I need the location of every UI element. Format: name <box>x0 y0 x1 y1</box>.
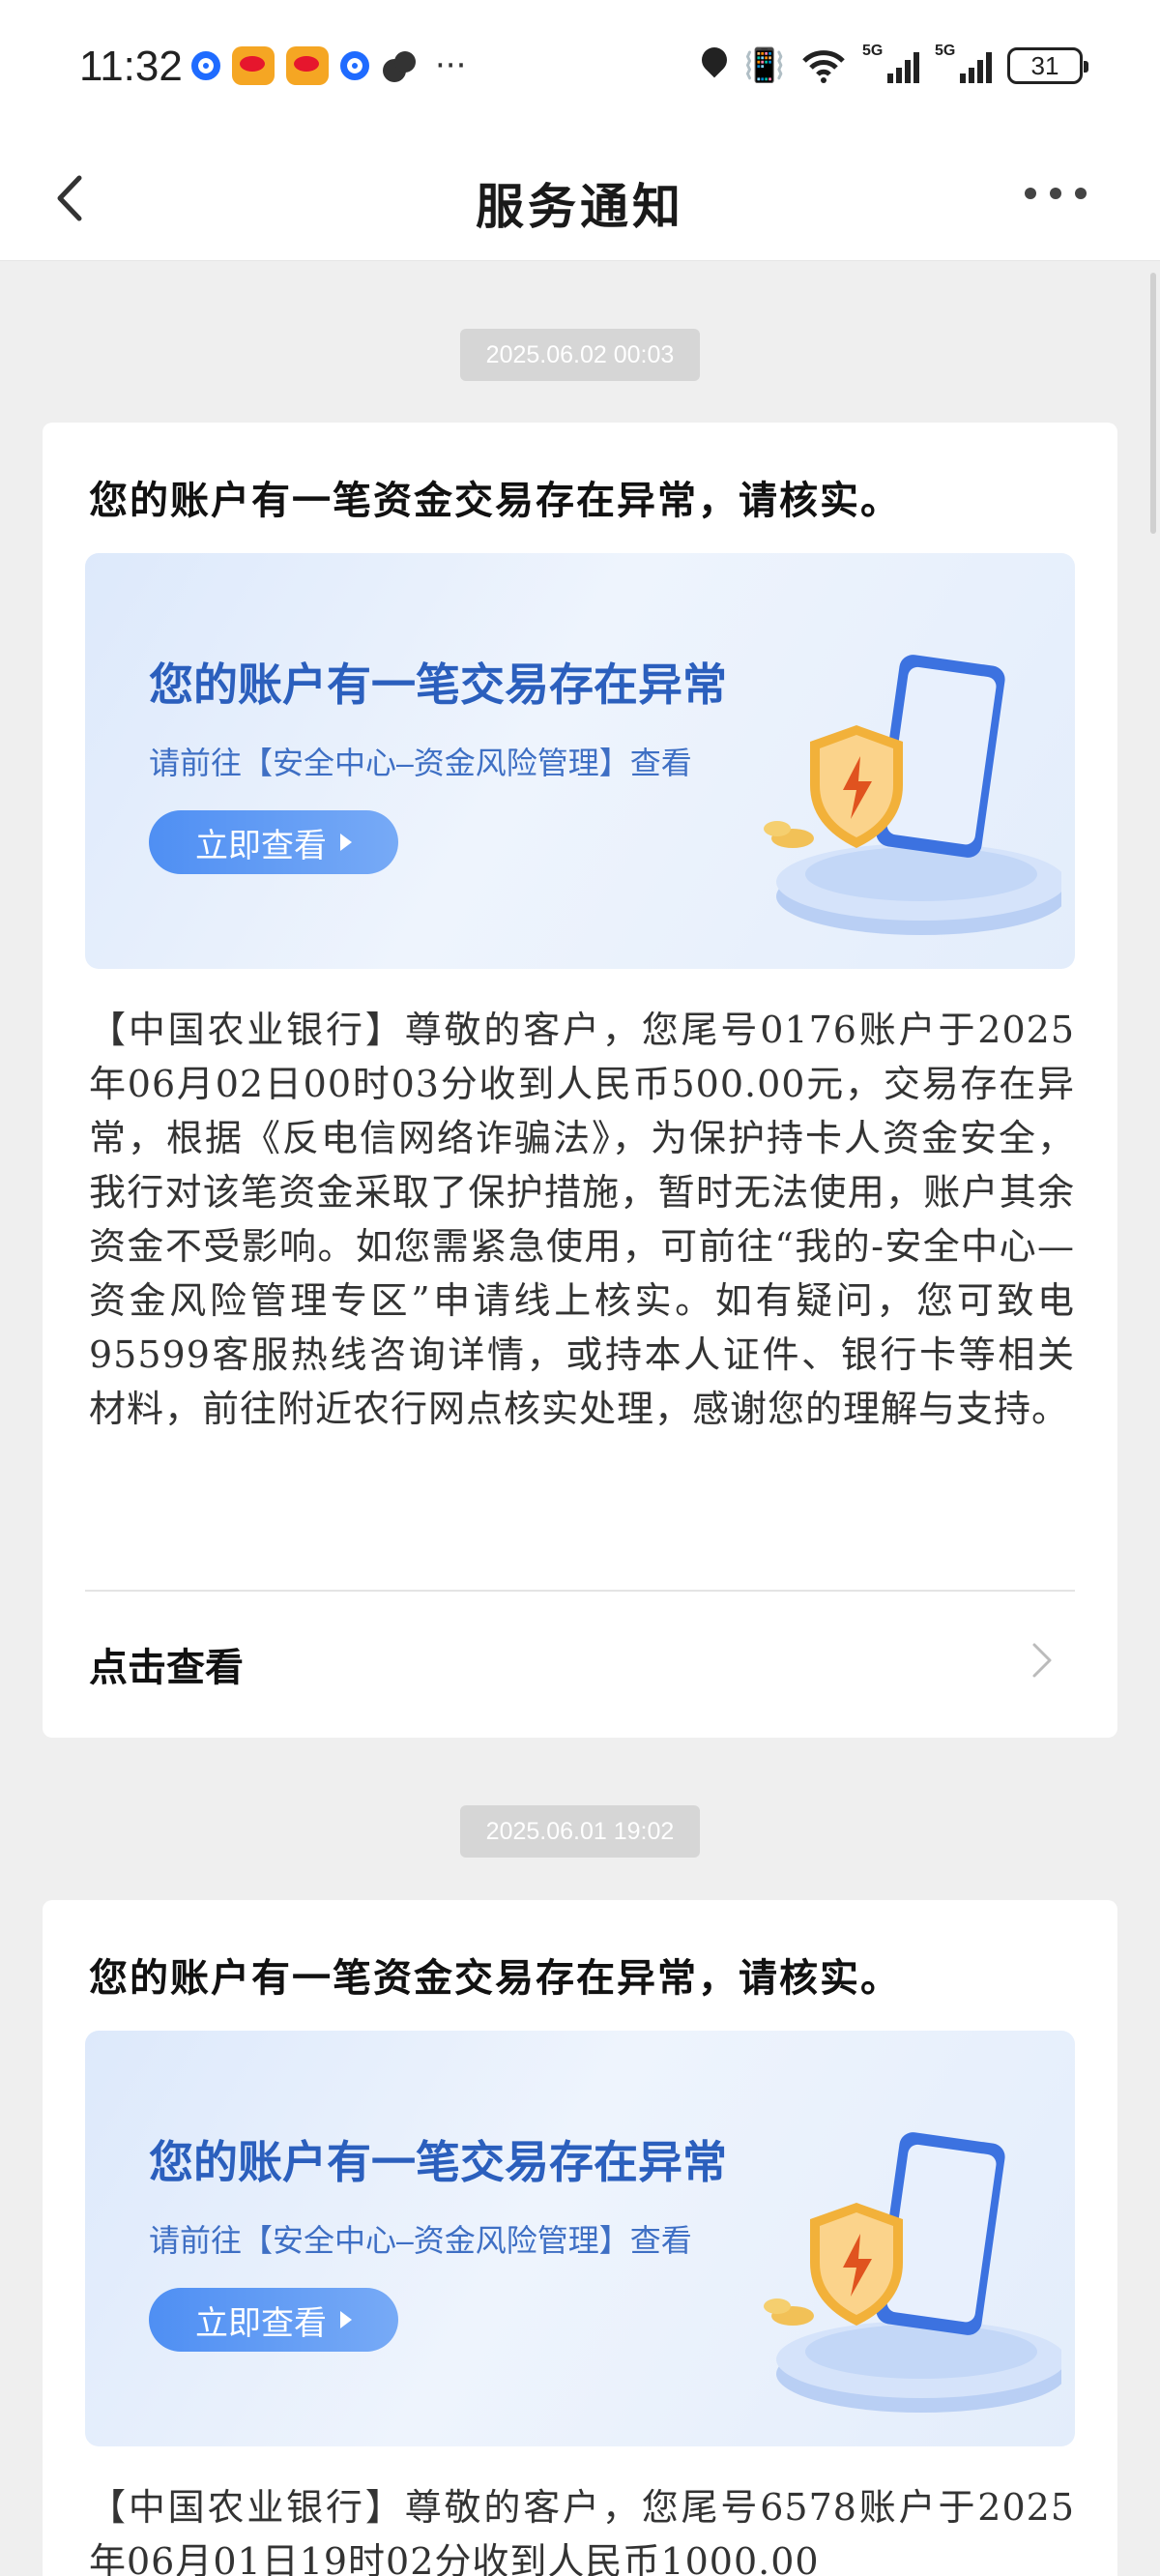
vibrate-icon: 📳 <box>743 47 785 84</box>
notification-card[interactable]: 您的账户有一笔资金交易存在异常，请核实。 您的账户有一笔交易存在异常 请前往【安… <box>43 423 1117 1738</box>
app-notification-icon <box>191 51 220 80</box>
cloud-icon <box>381 47 420 84</box>
notification-body: 【中国农业银行】尊敬的客户，您尾号6578账户于2025年06月01日19时02… <box>89 2486 1075 2576</box>
notification-card[interactable]: 您的账户有一笔资金交易存在异常，请核实。 您的账户有一笔交易存在异常 请前往【安… <box>43 1900 1117 2576</box>
wifi-icon <box>802 50 845 83</box>
notification-body: 【中国农业银行】尊敬的客户，您尾号0176账户于2025年06月02日00时03… <box>89 1009 1075 1430</box>
message-timestamp: 2025.06.01 19:02 <box>460 1805 700 1858</box>
notification-banner[interactable]: 您的账户有一笔交易存在异常 请前往【安全中心–资金风险管理】查看 立即查看 <box>85 553 1075 969</box>
more-menu-icon[interactable] <box>1025 188 1087 199</box>
signal-icon: 5G <box>862 43 919 83</box>
click-to-view-link[interactable]: 点击查看 <box>89 1636 244 1692</box>
message-timestamp: 2025.06.02 00:03 <box>460 329 700 381</box>
chevron-right-icon[interactable] <box>1025 1641 1059 1680</box>
battery-icon: 31 <box>1007 47 1088 84</box>
banner-heading: 您的账户有一笔交易存在异常 <box>149 2137 727 2187</box>
weibo-icon <box>286 46 329 85</box>
play-arrow-icon <box>340 834 352 851</box>
weibo-icon <box>232 46 275 85</box>
security-shield-icon <box>764 2132 1061 2413</box>
system-icons: 📳 5G 5G 31 <box>700 43 1088 85</box>
view-now-label: 立即查看 <box>195 2304 327 2342</box>
banner-subtitle: 请前往【安全中心–资金风险管理】查看 <box>149 746 692 780</box>
play-arrow-icon <box>340 2311 352 2328</box>
status-bar: 11:32 ··· 📳 5G 5G 31 <box>0 0 1160 135</box>
scrollbar[interactable] <box>1143 261 1160 2576</box>
security-shield-icon <box>764 655 1061 935</box>
more-notifications-icon: ··· <box>435 46 467 85</box>
banner-heading: 您的账户有一笔交易存在异常 <box>149 659 727 710</box>
signal-icon: 5G <box>935 43 992 83</box>
banner-subtitle: 请前往【安全中心–资金风险管理】查看 <box>149 2223 692 2258</box>
status-time: 11:32 <box>79 43 183 90</box>
view-now-label: 立即查看 <box>195 827 327 864</box>
app-notification-icon <box>340 51 369 80</box>
location-icon <box>700 47 729 84</box>
view-now-button[interactable]: 立即查看 <box>149 2288 398 2352</box>
notification-icons: ··· <box>191 46 466 85</box>
nav-bar: 服务通知 <box>0 135 1160 261</box>
divider <box>85 1590 1075 1592</box>
page-title: 服务通知 <box>476 178 684 235</box>
notification-title: 您的账户有一笔资金交易存在异常，请核实。 <box>89 1955 901 2001</box>
view-now-button[interactable]: 立即查看 <box>149 810 398 874</box>
notification-title: 您的账户有一笔资金交易存在异常，请核实。 <box>89 478 901 523</box>
notification-banner[interactable]: 您的账户有一笔交易存在异常 请前往【安全中心–资金风险管理】查看 立即查看 <box>85 2031 1075 2446</box>
